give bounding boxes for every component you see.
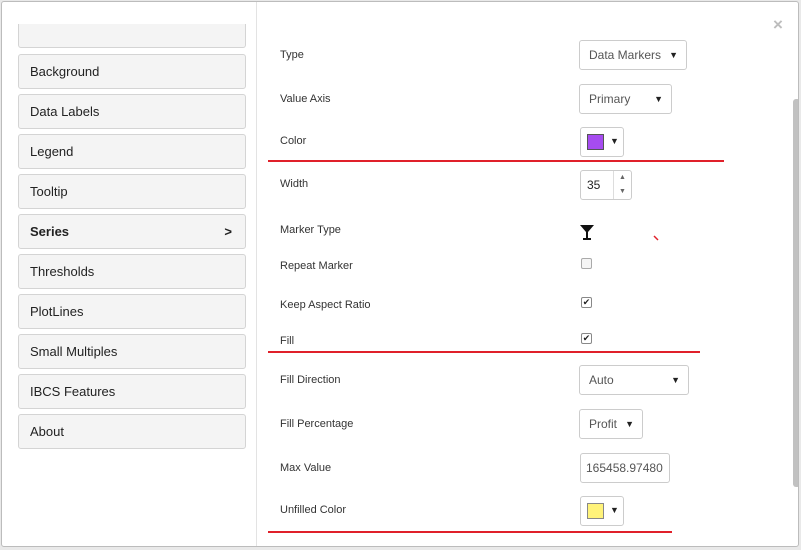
sidebar-item-plotlines[interactable]: PlotLines (18, 294, 246, 329)
sidebar-item-label: Small Multiples (30, 344, 118, 359)
fill-direction-label: Fill Direction (280, 374, 341, 386)
scrollbar-thumb[interactable] (793, 99, 798, 487)
keep-aspect-ratio-label: Keep Aspect Ratio (280, 299, 371, 311)
stepper-controls: ▲ ▼ (613, 171, 631, 199)
fill-checkbox[interactable]: ✔ (581, 333, 592, 344)
spin-up-icon[interactable]: ▲ (614, 171, 631, 185)
spin-down-icon[interactable]: ▼ (614, 185, 631, 199)
sidebar-item-background[interactable]: Background (18, 54, 246, 89)
sidebar-item-series[interactable]: Series > (18, 214, 246, 249)
fill-label: Fill (280, 335, 295, 347)
unfilled-color-label: Unfilled Color (280, 504, 347, 516)
color-swatch (587, 134, 604, 150)
sidebar-item-ibcs-features[interactable]: IBCS Features (18, 374, 246, 409)
chevron-down-icon: ▼ (610, 136, 619, 146)
color-picker-button[interactable]: ▼ (580, 127, 624, 157)
annotation-underline (268, 160, 724, 162)
sidebar-item-label: Tooltip (30, 184, 68, 199)
sidebar-item-data-labels[interactable]: Data Labels (18, 94, 246, 129)
fill-percentage-select-value: Profit (589, 417, 618, 431)
sidebar-item-partial[interactable] (18, 24, 246, 48)
sidebar-item-about[interactable]: About (18, 414, 246, 449)
chevron-down-icon: ▼ (654, 94, 663, 104)
color-label: Color (280, 135, 307, 147)
sidebar-item-label: Series (30, 224, 70, 239)
chevron-down-icon: ▼ (671, 375, 680, 385)
fill-direction-select[interactable]: Auto ▼ (579, 365, 689, 395)
check-icon: ✔ (582, 297, 591, 307)
sidebar-item-label: Background (30, 64, 100, 79)
chevron-down-icon: ▼ (669, 50, 678, 60)
repeat-marker-label: Repeat Marker (280, 260, 353, 272)
series-settings-dialog: × Background Data Labels Legend Tooltip … (1, 1, 799, 547)
width-value: 35 (587, 178, 601, 192)
max-value-input[interactable]: 165458.97480 (580, 453, 670, 483)
repeat-marker-checkbox[interactable] (581, 258, 592, 269)
sidebar-item-tooltip[interactable]: Tooltip (18, 174, 246, 209)
sidebar-item-small-multiples[interactable]: Small Multiples (18, 334, 246, 369)
type-select[interactable]: Data Markers ▼ (579, 40, 687, 70)
sidebar-item-legend[interactable]: Legend (18, 134, 246, 169)
keep-aspect-ratio-checkbox[interactable]: ✔ (581, 297, 592, 308)
sidebar-item-thresholds[interactable]: Thresholds (18, 254, 246, 289)
type-label: Type (280, 49, 304, 61)
value-axis-label: Value Axis (280, 93, 331, 105)
sidebar-item-label: About (30, 424, 64, 439)
sidebar-item-label: Legend (30, 144, 74, 159)
funnel-marker-icon[interactable] (579, 224, 595, 240)
annotation-underline (268, 351, 700, 353)
unfilled-color-picker-button[interactable]: ▼ (580, 496, 624, 526)
max-value-label: Max Value (280, 462, 332, 474)
fill-direction-select-value: Auto (589, 373, 614, 387)
value-axis-select-value: Primary (589, 92, 631, 106)
fill-percentage-select[interactable]: Profit ▼ (579, 409, 643, 439)
sidebar-item-label: Thresholds (30, 264, 95, 279)
value-axis-select[interactable]: Primary ▼ (579, 84, 672, 114)
sidebar-item-label: IBCS Features (30, 384, 116, 399)
chevron-down-icon: ▼ (625, 419, 634, 429)
unfilled-color-swatch (587, 503, 604, 519)
check-icon: ✔ (582, 333, 591, 343)
annotation-underline (268, 531, 672, 533)
panel-divider (256, 2, 257, 546)
type-select-value: Data Markers (589, 48, 662, 62)
close-icon[interactable]: × (773, 16, 783, 34)
width-stepper[interactable]: 35 ▲ ▼ (580, 170, 632, 200)
width-label: Width (280, 178, 309, 190)
chevron-down-icon: ▼ (610, 505, 619, 515)
fill-percentage-label: Fill Percentage (280, 418, 354, 430)
sidebar-item-label: PlotLines (30, 304, 84, 319)
chevron-right-icon: > (224, 224, 232, 239)
red-tick-mark (653, 235, 659, 241)
marker-type-label: Marker Type (280, 224, 341, 236)
sidebar-item-label: Data Labels (30, 104, 100, 119)
